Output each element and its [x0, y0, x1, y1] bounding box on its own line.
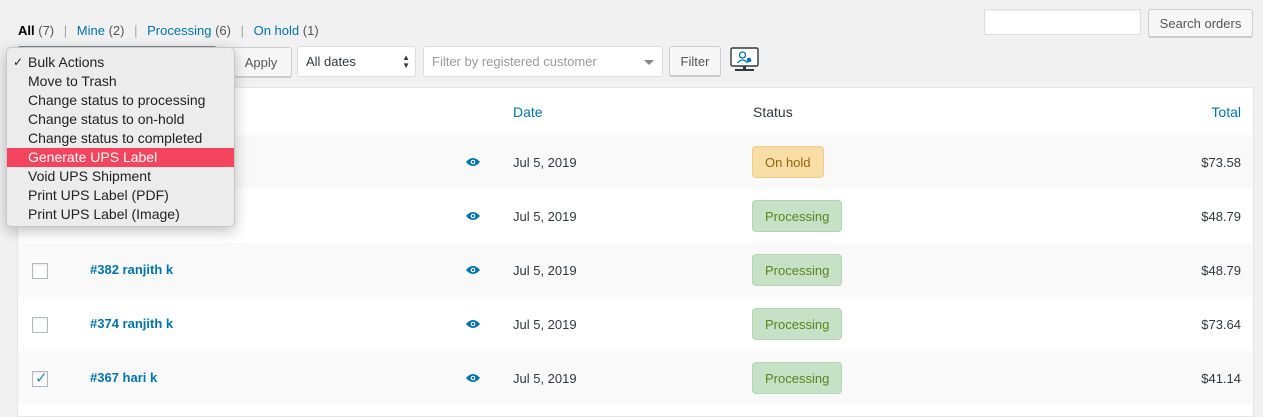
bulk-option-generate-ups-label[interactable]: Generate UPS Label — [7, 148, 234, 167]
filter-all-count: (7) — [38, 23, 55, 38]
customer-filter-placeholder: Filter by registered customer — [432, 54, 597, 69]
bulk-option-void-ups-shipment[interactable]: Void UPS Shipment — [7, 167, 234, 186]
checkmark-icon: ✓ — [35, 370, 48, 387]
separator: | — [63, 23, 68, 38]
bulk-option-status-on-hold[interactable]: Change status to on-hold — [7, 110, 234, 129]
filter-mine[interactable]: Mine — [77, 23, 105, 38]
checkmark-icon: ✓ — [13, 55, 24, 69]
table-row[interactable]: ✓ #367 hari k Jul 5, 2019 Processing $41… — [18, 351, 1253, 405]
row-checkbox[interactable] — [32, 317, 48, 333]
dates-select-value: All dates — [306, 54, 356, 69]
status-badge: Processing — [752, 308, 843, 340]
column-header-total[interactable]: Total — [1211, 104, 1241, 120]
order-total: $48.79 — [1201, 263, 1241, 278]
table-row[interactable]: #374 ranjith k Jul 5, 2019 Processing $7… — [18, 297, 1253, 351]
order-date: Jul 5, 2019 — [513, 263, 577, 278]
separator: | — [240, 23, 244, 38]
filter-on-hold-count: (1) — [302, 23, 319, 38]
order-date: Jul 5, 2019 — [513, 155, 577, 170]
table-row[interactable]: #382 ranjith k Jul 5, 2019 Processing $4… — [18, 243, 1253, 297]
bulk-actions-dropdown: ✓ Bulk Actions Move to Trash Change stat… — [6, 47, 235, 227]
order-total: $73.64 — [1201, 317, 1241, 332]
bulk-option-status-completed[interactable]: Change status to completed — [7, 129, 234, 148]
bulk-option-label: Bulk Actions — [28, 54, 105, 70]
customer-filter-select[interactable]: Filter by registered customer — [423, 46, 663, 77]
eye-icon[interactable] — [466, 157, 480, 167]
apply-button[interactable]: Apply — [230, 47, 292, 77]
status-badge: Processing — [752, 200, 843, 232]
column-header-status: Status — [753, 104, 793, 120]
column-header-date[interactable]: Date — [513, 104, 543, 120]
filter-processing[interactable]: Processing — [147, 23, 211, 38]
bulk-option-print-ups-label-pdf[interactable]: Print UPS Label (PDF) — [7, 186, 234, 205]
bulk-option-bulk-actions[interactable]: ✓ Bulk Actions — [7, 53, 234, 72]
dates-select[interactable]: All dates ▲ ▼ — [297, 46, 416, 77]
bulk-option-print-ups-label-image[interactable]: Print UPS Label (Image) — [7, 205, 234, 224]
search-orders-input[interactable] — [984, 9, 1141, 35]
eye-icon[interactable] — [466, 373, 480, 383]
order-total: $73.58 — [1201, 155, 1241, 170]
eye-icon[interactable] — [466, 211, 480, 221]
bulk-option-status-processing[interactable]: Change status to processing — [7, 91, 234, 110]
monitor-user-icon[interactable] — [729, 45, 760, 74]
order-link[interactable]: #367 hari k — [90, 370, 157, 385]
status-badge: On hold — [752, 146, 824, 178]
chevron-down-icon — [644, 60, 654, 65]
select-arrows-icon: ▲ ▼ — [402, 53, 410, 70]
status-badge: Processing — [752, 254, 843, 286]
filter-all[interactable]: All — [18, 23, 35, 38]
filter-button[interactable]: Filter — [669, 46, 721, 76]
order-total: $48.79 — [1201, 209, 1241, 224]
order-link[interactable]: #374 ranjith k — [90, 316, 173, 331]
order-date: Jul 5, 2019 — [513, 317, 577, 332]
row-checkbox[interactable]: ✓ — [32, 370, 48, 387]
search-orders-button[interactable]: Search orders — [1148, 9, 1253, 37]
order-date: Jul 5, 2019 — [513, 209, 577, 224]
row-checkbox[interactable] — [32, 263, 48, 279]
order-total: $41.14 — [1201, 371, 1241, 386]
separator: | — [134, 23, 138, 38]
bulk-option-move-to-trash[interactable]: Move to Trash — [7, 72, 234, 91]
filter-on-hold[interactable]: On hold — [254, 23, 300, 38]
filter-processing-count: (6) — [215, 23, 231, 38]
order-date: Jul 5, 2019 — [513, 371, 577, 386]
status-badge: Processing — [752, 362, 843, 394]
order-link[interactable]: #382 ranjith k — [90, 262, 173, 277]
status-filter-links: All (7) | Mine (2) | Processing (6) | On… — [18, 23, 319, 38]
eye-icon[interactable] — [466, 319, 480, 329]
filter-mine-count: (2) — [108, 23, 125, 38]
eye-icon[interactable] — [466, 265, 480, 275]
